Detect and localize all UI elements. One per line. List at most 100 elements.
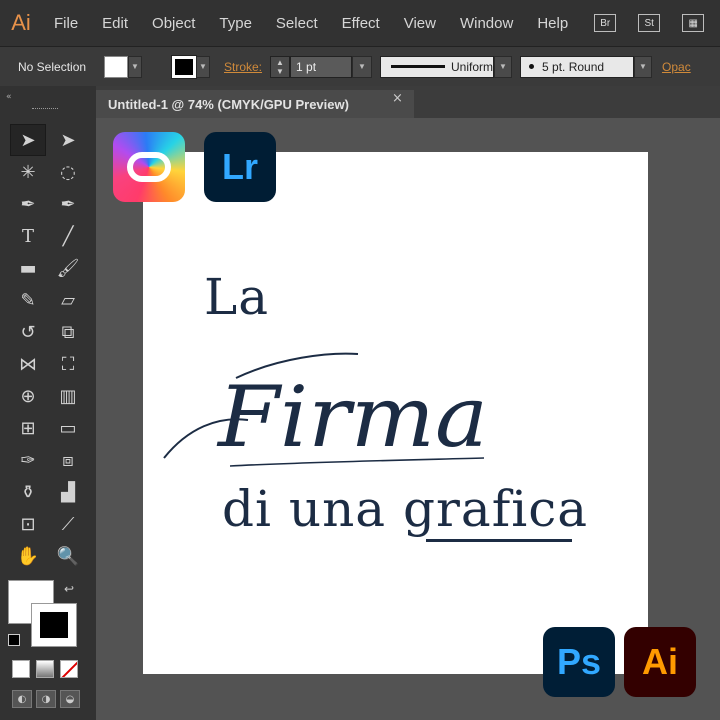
script-word-firma: Firma [163, 352, 488, 467]
selection-tool[interactable]: ➤ [10, 124, 46, 156]
app-logo: Ai [11, 10, 31, 35]
mesh-tool[interactable]: ⊞ [10, 412, 46, 444]
creative-cloud-badge [113, 132, 185, 202]
control-bar: No Selection ▼ ▼ Stroke: ▲ ▼ 1 pt ▼ Unifo… [0, 46, 720, 86]
chevron-down-icon: ▼ [639, 62, 647, 71]
rotate-tool[interactable]: ↺ [10, 316, 46, 348]
stroke-swatch[interactable] [171, 54, 197, 79]
rectangle-tool[interactable]: ▬ [10, 252, 46, 284]
variable-width-profile[interactable]: Uniform [380, 55, 495, 78]
symbol-sprayer-tool[interactable]: ⚱ [10, 476, 46, 508]
lasso-icon: ◌ [60, 161, 76, 183]
lasso-tool[interactable]: ◌ [50, 156, 86, 188]
perspective-grid-icon: ▥ [59, 385, 77, 407]
brush-definition[interactable]: 5 pt. Round [520, 55, 635, 78]
selection-arrow-icon: ➤ [20, 129, 36, 151]
menu-view[interactable]: View [392, 15, 448, 32]
width-icon: ⋈ [19, 353, 37, 375]
draw-mode-row: ◐ ◑ ◒ [12, 690, 80, 708]
curvature-tool[interactable]: ✒ [50, 188, 86, 220]
zoom-tool[interactable]: 🔍 [50, 540, 86, 572]
eraser-tool[interactable]: ▱ [50, 284, 86, 316]
artboard-tool[interactable]: ⊡ [10, 508, 46, 540]
width-tool[interactable]: ⋈ [10, 348, 46, 380]
menu-object[interactable]: Object [140, 15, 207, 32]
menu-select[interactable]: Select [264, 15, 330, 32]
color-mode-button[interactable] [12, 660, 30, 678]
direct-selection-tool[interactable]: ➤ [50, 124, 86, 156]
eraser-icon: ▱ [61, 289, 75, 311]
gradient-tool[interactable]: ▭ [50, 412, 86, 444]
chevron-down-icon: ▼ [499, 62, 507, 71]
bridge-button[interactable]: Br [594, 14, 617, 32]
caret-down-icon: ▼ [276, 66, 284, 76]
brush-label: 5 pt. Round [542, 59, 605, 74]
menu-help[interactable]: Help [525, 15, 580, 32]
magic-wand-icon: ✳ [20, 161, 36, 183]
stroke-stepper[interactable]: ▲ ▼ [270, 55, 291, 78]
scale-tool[interactable]: ⧉ [50, 316, 86, 348]
line-tool[interactable]: ╱ [50, 220, 86, 252]
stroke-weight-input[interactable]: 1 pt [290, 55, 353, 78]
blend-tool[interactable]: ⧈ [50, 444, 86, 476]
stroke-color-box[interactable] [31, 603, 77, 647]
shape-builder-tool[interactable]: ⊕ [10, 380, 46, 412]
stroke-label[interactable]: Stroke: [224, 60, 262, 74]
paintbrush-tool[interactable]: 🖌 [50, 252, 86, 284]
close-icon[interactable]: × [392, 91, 403, 106]
zoom-icon: 🔍 [56, 545, 80, 567]
free-transform-tool[interactable]: ⛶ [50, 348, 86, 380]
type-tool[interactable]: T [10, 220, 46, 252]
document-tab[interactable]: Untitled-1 @ 74% (CMYK/GPU Preview) [96, 90, 414, 118]
artboard-icon: ⊡ [20, 513, 36, 535]
collapse-panel-icon[interactable]: « [6, 92, 12, 102]
stroke-weight-dropdown[interactable]: ▼ [352, 55, 373, 78]
menu-effect[interactable]: Effect [330, 15, 392, 32]
opacity-label[interactable]: Opac [662, 60, 691, 74]
direct-selection-icon: ➤ [60, 129, 76, 151]
stroke-dropdown[interactable]: ▼ [196, 55, 210, 78]
hand-icon: ✋ [16, 545, 40, 567]
default-fill-stroke-icon[interactable] [8, 634, 20, 646]
menu-file[interactable]: File [42, 15, 90, 32]
magic-wand-tool[interactable]: ✳ [10, 156, 46, 188]
gradient-icon: ▭ [59, 417, 77, 439]
symbol-sprayer-icon: ⚱ [20, 481, 36, 503]
menu-edit[interactable]: Edit [90, 15, 140, 32]
draw-normal-button[interactable]: ◐ [12, 690, 32, 708]
stroke-weight-field: ▲ ▼ 1 pt ▼ [270, 55, 373, 78]
swap-fill-stroke-icon[interactable]: ↩ [64, 582, 74, 596]
graph-tool[interactable]: ▟ [50, 476, 86, 508]
fill-swatch[interactable] [104, 55, 128, 78]
workspace-button[interactable]: ▦ [682, 14, 705, 32]
bar-graph-icon: ▟ [61, 481, 75, 503]
none-mode-button[interactable] [60, 660, 78, 678]
document-tab-title: Untitled-1 @ 74% (CMYK/GPU Preview) [108, 96, 349, 112]
panel-grip-bar[interactable] [32, 108, 58, 111]
eyedropper-tool[interactable]: ✑ [10, 444, 46, 476]
brush-dot-icon [529, 64, 535, 69]
stock-button[interactable]: St [638, 14, 661, 32]
profile-dropdown[interactable]: ▼ [494, 55, 513, 78]
pen-tool[interactable]: ✒ [10, 188, 46, 220]
caret-up-icon: ▲ [276, 57, 284, 67]
fill-dropdown[interactable]: ▼ [128, 55, 142, 78]
draw-behind-button[interactable]: ◑ [36, 690, 56, 708]
pencil-tool[interactable]: ✎ [10, 284, 46, 316]
perspective-grid-tool[interactable]: ▥ [50, 380, 86, 412]
type-icon: T [21, 225, 34, 247]
document-tab-bar: Untitled-1 @ 74% (CMYK/GPU Preview) × [96, 86, 720, 118]
slice-tool[interactable]: ⟋ [50, 508, 86, 540]
menu-window[interactable]: Window [448, 15, 525, 32]
draw-inside-button[interactable]: ◒ [60, 690, 80, 708]
rotate-icon: ↺ [20, 321, 36, 343]
workspace-icon: ▦ [688, 17, 698, 29]
gradient-mode-button[interactable] [36, 660, 54, 678]
brush-dropdown[interactable]: ▼ [634, 55, 653, 78]
hand-tool[interactable]: ✋ [10, 540, 46, 572]
profile-line-preview [391, 65, 445, 68]
draw-normal-icon: ◐ [17, 693, 27, 705]
illustrator-badge: Ai [624, 627, 696, 697]
rectangle-icon: ▬ [19, 257, 37, 279]
menu-type[interactable]: Type [207, 15, 264, 32]
